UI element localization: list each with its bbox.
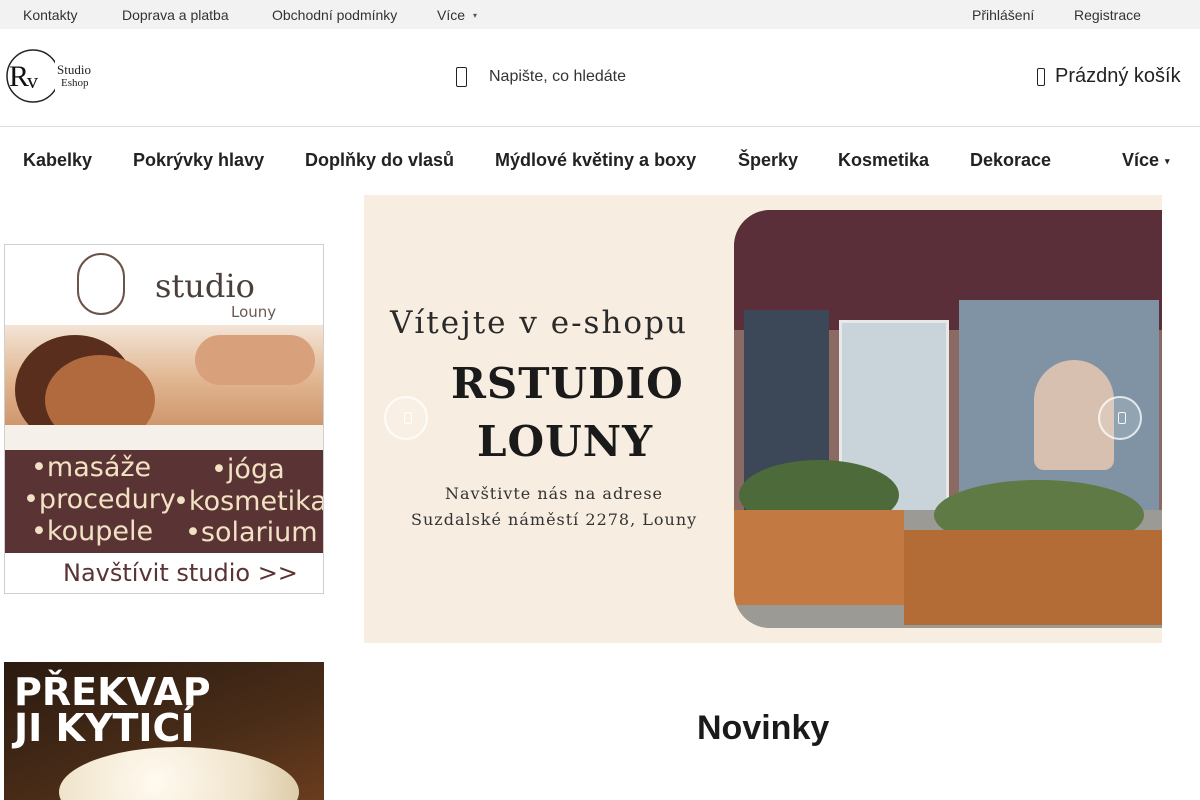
service-masaze: •masáže bbox=[31, 452, 152, 483]
slider-prev-button[interactable] bbox=[384, 396, 428, 440]
topbar-link-shipping[interactable]: Doprava a platba bbox=[122, 7, 229, 23]
cart-icon bbox=[1037, 67, 1045, 86]
towel-shape bbox=[5, 425, 323, 450]
studio-promo-cta-area: Navštívit studio >> bbox=[5, 553, 323, 593]
search-icon[interactable] bbox=[456, 67, 467, 87]
cart-button[interactable]: Prázdný košík bbox=[1037, 65, 1181, 88]
top-utility-bar: Kontakty Doprava a platba Obchodní podmí… bbox=[0, 0, 1200, 29]
site-logo[interactable]: R v Studio Eshop bbox=[5, 46, 91, 104]
hero-slider[interactable]: Vítejte v e-shopu RSTUDIO LOUNY Navštivt… bbox=[364, 195, 1162, 643]
category-kosmetika[interactable]: Kosmetika bbox=[838, 150, 929, 171]
category-pokryvky-hlavy[interactable]: Pokrývky hlavy bbox=[133, 150, 264, 171]
hero-visit-text: Navštivte nás na adrese bbox=[445, 484, 664, 503]
studio-promo-city: Louny bbox=[231, 303, 277, 321]
service-procedury: •procedury bbox=[23, 484, 176, 515]
category-doplnky-do-vlasu[interactable]: Doplňky do vlasů bbox=[305, 150, 454, 171]
hand-shape bbox=[195, 335, 315, 385]
new-items-heading: Novinky bbox=[697, 709, 830, 747]
studio-services-band: •masáže •jóga •procedury •kosmetika •kou… bbox=[5, 450, 323, 553]
chevron-down-icon: ▾ bbox=[1165, 156, 1170, 166]
category-sperky[interactable]: Šperky bbox=[738, 150, 798, 171]
login-link[interactable]: Přihlášení bbox=[972, 7, 1034, 23]
topbar-link-contacts[interactable]: Kontakty bbox=[23, 7, 77, 23]
category-kabelky[interactable]: Kabelky bbox=[23, 150, 92, 171]
site-header: R v Studio Eshop Napište, co hledáte Prá… bbox=[0, 29, 1200, 127]
service-kosmetika: •kosmetika bbox=[173, 486, 324, 517]
hero-address-text: Suzdalské náměstí 2278, Louny bbox=[411, 510, 698, 529]
hero-brand-line1: RSTUDIO bbox=[451, 359, 684, 408]
slider-next-button[interactable] bbox=[1098, 396, 1142, 440]
hero-brand-line2: LOUNY bbox=[477, 417, 654, 466]
search-box[interactable]: Napište, co hledáte bbox=[456, 65, 626, 89]
massage-photo bbox=[5, 325, 323, 450]
register-link[interactable]: Registrace bbox=[1074, 7, 1141, 23]
topbar-more-label: Více bbox=[437, 7, 466, 23]
category-nav: Kabelky Pokrývky hlavy Doplňky do vlasů … bbox=[0, 128, 1200, 194]
studio-promo-banner[interactable]: studio Louny •masáže •jóga •procedury •k… bbox=[4, 244, 324, 594]
svg-text:R: R bbox=[9, 60, 29, 93]
category-dekorace[interactable]: Dekorace bbox=[970, 150, 1051, 171]
chevron-down-icon: ▾ bbox=[473, 11, 478, 20]
arrow-left-icon bbox=[404, 412, 412, 424]
search-input[interactable]: Napište, co hledáte bbox=[489, 68, 626, 86]
category-more-label: Více bbox=[1122, 150, 1160, 170]
service-solarium: •solarium bbox=[185, 517, 318, 548]
studio-logo-icon bbox=[77, 253, 125, 315]
hero-welcome-text: Vítejte v e-shopu bbox=[390, 305, 688, 341]
arrow-right-icon bbox=[1118, 412, 1126, 424]
topbar-link-terms[interactable]: Obchodní podmínky bbox=[272, 7, 397, 23]
logo-mark-icon: R v bbox=[6, 49, 60, 103]
service-joga: •jóga bbox=[211, 454, 285, 485]
flowers-promo-banner[interactable]: PŘEKVAP JI KYTICÍ bbox=[4, 662, 324, 800]
svg-text:v: v bbox=[27, 68, 38, 93]
planter-shape bbox=[904, 530, 1162, 625]
service-koupele: •koupele bbox=[31, 516, 154, 547]
logo-text-studio: Studio bbox=[57, 62, 91, 77]
topbar-more-menu[interactable]: Více ▾ bbox=[437, 7, 477, 23]
visit-studio-link[interactable]: Navštívit studio >> bbox=[63, 559, 298, 587]
category-mydlove-kvetiny[interactable]: Mýdlové květiny a boxy bbox=[495, 150, 696, 171]
studio-promo-brand: studio bbox=[155, 267, 255, 305]
cart-label: Prázdný košík bbox=[1055, 65, 1181, 87]
category-more-menu[interactable]: Více ▾ bbox=[1122, 150, 1170, 171]
flowers-promo-title-line2: JI KYTICÍ bbox=[14, 706, 195, 750]
logo-text-eshop: Eshop bbox=[61, 77, 89, 89]
planter-shape bbox=[734, 510, 904, 605]
